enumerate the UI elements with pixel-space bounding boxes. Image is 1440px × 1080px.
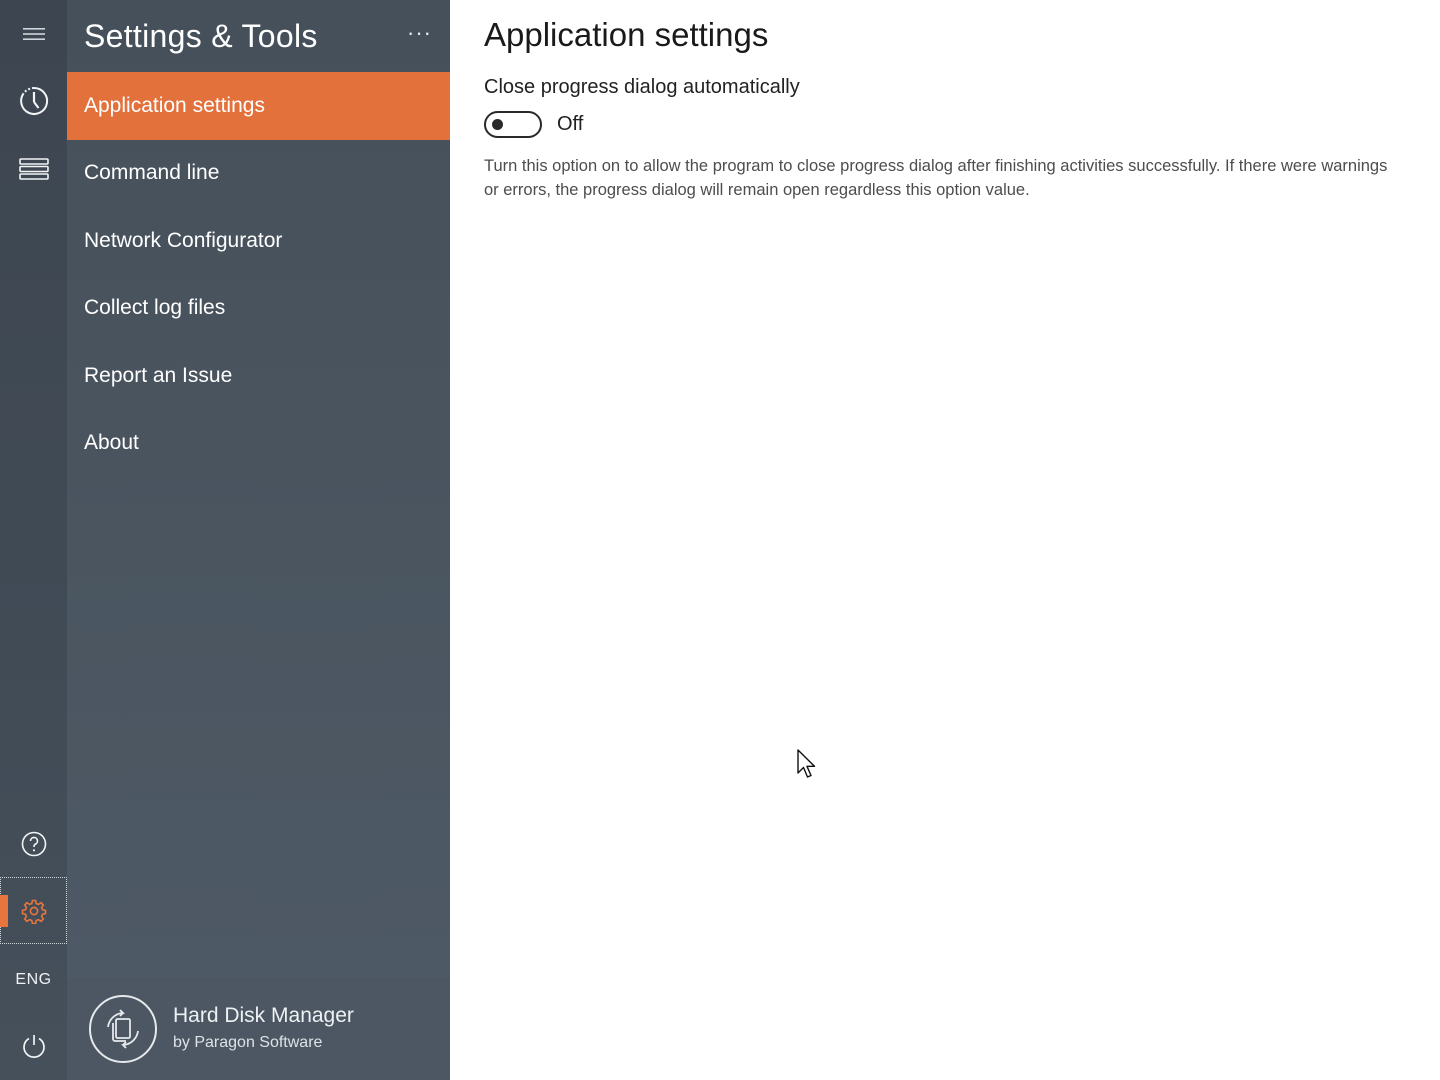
gear-icon [21,898,47,924]
settings-sidebar: Settings & Tools ··· Application setting… [67,0,450,1080]
clock-icon [18,85,50,117]
toggle-state-label: Off [557,113,584,135]
main-content: Application settings Close progress dial… [450,0,1440,1080]
sidebar-title: Settings & Tools [84,17,318,54]
mouse-pointer-icon [796,748,818,785]
hamburger-menu-button[interactable] [0,0,67,67]
history-button[interactable] [0,67,67,134]
product-name: Hard Disk Manager [173,1004,354,1027]
sidebar-item-network-configurator[interactable]: Network Configurator [67,207,450,275]
sidebar-item-about[interactable]: About [67,410,450,478]
setting-description: Turn this option on to allow the program… [484,157,1388,199]
disk-stack-icon [18,157,50,181]
sidebar-nav: Application settings Command line Networ… [67,72,450,477]
icon-rail: ENG [0,0,67,1080]
power-icon [20,1032,48,1060]
sidebar-item-command-line[interactable]: Command line [67,140,450,208]
sidebar-item-report-an-issue[interactable]: Report an Issue [67,342,450,410]
page-title: Application settings [484,16,769,53]
power-button[interactable] [0,1012,67,1079]
setting-toggle-row: Off [484,111,1440,138]
language-button[interactable]: ENG [0,960,67,1000]
product-branding: Hard Disk Manager by Paragon Software [67,978,450,1080]
close-dialog-toggle[interactable] [484,111,542,138]
sidebar-item-application-settings[interactable]: Application settings [67,72,450,140]
help-button[interactable] [0,810,67,877]
hamburger-icon [22,27,45,41]
sidebar-item-collect-log-files[interactable]: Collect log files [67,275,450,343]
paragon-logo-icon [89,995,157,1063]
more-options-button[interactable]: ··· [401,16,438,50]
setting-label: Close progress dialog automatically [484,76,800,98]
vendor-name: by Paragon Software [173,1034,323,1051]
brand-text: Hard Disk Manager by Paragon Software [173,1002,354,1056]
help-icon [21,831,47,857]
settings-button[interactable] [0,877,67,944]
toggle-knob [492,119,503,130]
disks-button[interactable] [0,135,67,202]
app-window: ENG Settings & Tools ··· Application set… [0,0,1440,1080]
sidebar-header: Settings & Tools ··· [67,0,450,72]
